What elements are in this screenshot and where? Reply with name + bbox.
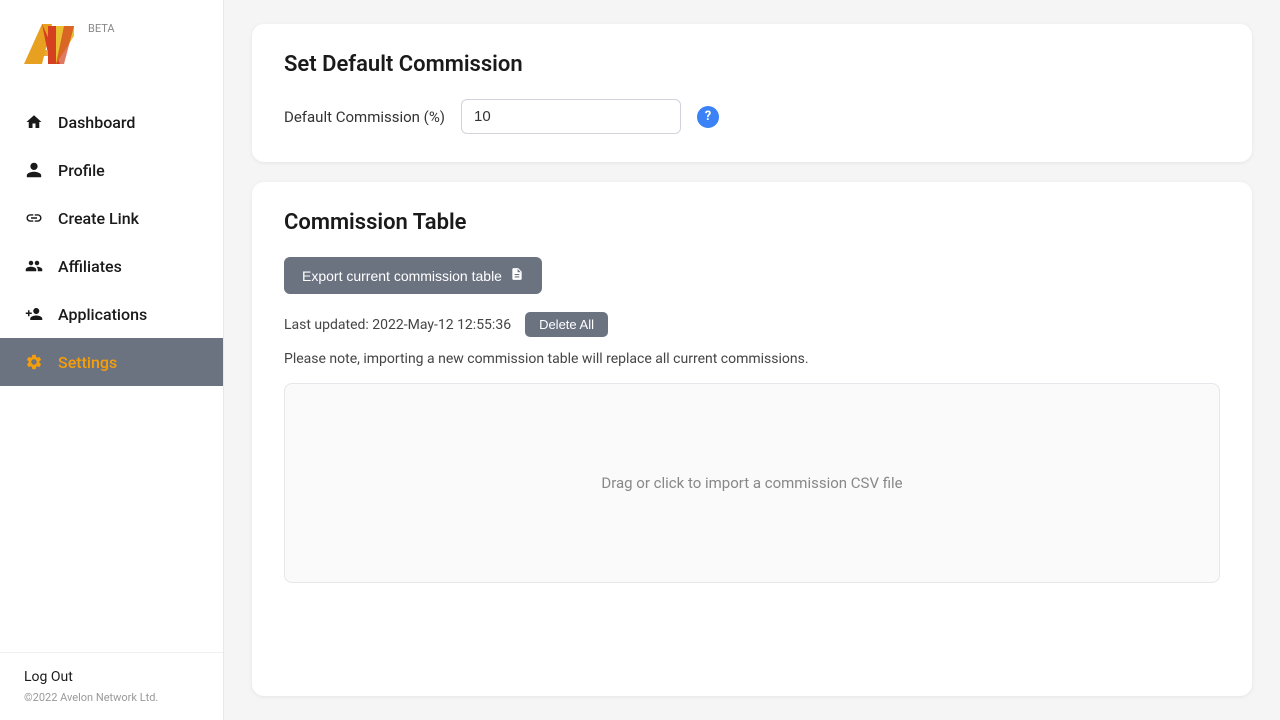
help-icon[interactable]: ? [697,106,719,128]
logo-icon [20,18,78,70]
commission-table-card: Commission Table Export current commissi… [252,182,1252,696]
person-add-icon [24,304,44,324]
import-note-text: Please note, importing a new commission … [284,351,1220,367]
person-icon [24,160,44,180]
sidebar-item-create-link-label: Create Link [58,209,139,228]
set-default-commission-title: Set Default Commission [284,52,1220,77]
sidebar-item-affiliates[interactable]: Affiliates [0,242,223,290]
sidebar-item-dashboard[interactable]: Dashboard [0,98,223,146]
sidebar-nav: Dashboard Profile Create Link Affiliates [0,88,223,652]
export-commission-button[interactable]: Export current commission table [284,257,542,294]
sidebar-item-create-link[interactable]: Create Link [0,194,223,242]
copyright-text: ©2022 Avelon Network Ltd. [24,691,199,704]
commission-input[interactable] [461,99,681,134]
export-button-label: Export current commission table [302,268,502,284]
sidebar: BETA Dashboard Profile Create Link [0,0,224,720]
export-file-icon [510,267,524,284]
last-updated-text: Last updated: 2022-May-12 12:55:36 [284,317,511,333]
link-icon [24,208,44,228]
commission-label: Default Commission (%) [284,108,445,126]
logo-container: BETA [0,0,223,88]
commission-table-title: Commission Table [284,210,1220,235]
drop-zone-label: Drag or click to import a commission CSV… [601,474,902,492]
sidebar-footer: Log Out ©2022 Avelon Network Ltd. [0,652,223,720]
commission-form-row: Default Commission (%) ? [284,99,1220,134]
gear-icon [24,352,44,372]
sidebar-item-settings[interactable]: Settings [0,338,223,386]
sidebar-item-dashboard-label: Dashboard [58,113,135,132]
people-icon [24,256,44,276]
sidebar-item-affiliates-label: Affiliates [58,257,122,276]
csv-drop-zone[interactable]: Drag or click to import a commission CSV… [284,383,1220,583]
logo-beta-label: BETA [88,22,115,35]
sidebar-item-profile[interactable]: Profile [0,146,223,194]
sidebar-item-applications[interactable]: Applications [0,290,223,338]
set-default-commission-card: Set Default Commission Default Commissio… [252,24,1252,162]
sidebar-item-profile-label: Profile [58,161,105,180]
main-content: Set Default Commission Default Commissio… [224,0,1280,720]
logout-button[interactable]: Log Out [24,669,199,685]
last-updated-row: Last updated: 2022-May-12 12:55:36 Delet… [284,312,1220,337]
sidebar-item-applications-label: Applications [58,305,147,324]
sidebar-item-settings-label: Settings [58,353,117,372]
house-icon [24,112,44,132]
delete-all-button[interactable]: Delete All [525,312,608,337]
